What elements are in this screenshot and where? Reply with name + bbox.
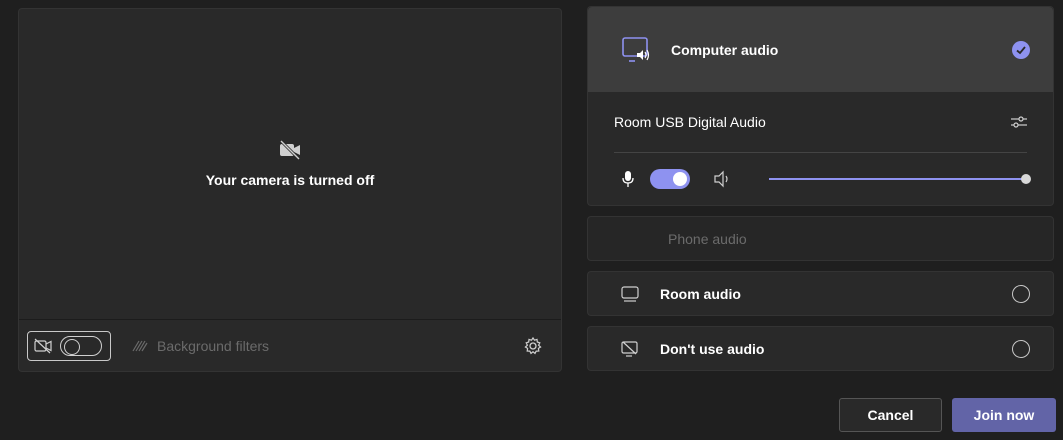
room-audio-icon — [621, 285, 639, 302]
camera-off-icon — [279, 139, 301, 161]
microphone-icon — [622, 171, 634, 187]
camera-switch[interactable] — [60, 335, 102, 356]
cancel-button[interactable]: Cancel — [839, 398, 942, 432]
no-audio-label: Don't use audio — [660, 340, 765, 357]
audio-device-row[interactable]: Room USB Digital Audio — [588, 92, 1053, 152]
background-effects-icon — [132, 340, 148, 351]
camera-toggle[interactable] — [27, 330, 111, 361]
background-filters-label: Background filters — [157, 337, 270, 354]
background-filters-button[interactable]: Background filters — [131, 338, 269, 354]
camera-off-icon — [34, 338, 52, 353]
phone-audio-label: Phone audio — [668, 230, 747, 247]
no-audio-option[interactable]: Don't use audio — [587, 326, 1054, 371]
camera-toolbar: Background filters — [19, 319, 561, 371]
join-now-button[interactable]: Join now — [952, 398, 1056, 432]
audio-device-name: Room USB Digital Audio — [614, 114, 766, 130]
volume-slider[interactable] — [769, 174, 1031, 184]
phone-audio-option: Phone audio — [587, 216, 1054, 261]
computer-audio-header[interactable]: Computer audio — [588, 7, 1053, 92]
camera-preview-panel: Your camera is turned off Background fil… — [18, 8, 562, 372]
computer-audio-icon — [622, 36, 650, 62]
room-audio-label: Room audio — [660, 285, 741, 302]
no-audio-radio[interactable] — [1012, 339, 1030, 358]
microphone-toggle[interactable] — [650, 169, 690, 189]
volume-slider-thumb[interactable] — [1021, 174, 1031, 184]
speaker-icon — [714, 170, 728, 188]
device-settings-icon[interactable] — [1009, 112, 1029, 132]
no-audio-icon — [621, 340, 638, 357]
room-audio-radio[interactable] — [1012, 284, 1030, 303]
camera-off-message: Your camera is turned off — [19, 139, 561, 188]
computer-audio-label: Computer audio — [671, 41, 779, 58]
camera-status-text: Your camera is turned off — [205, 172, 375, 188]
selected-check-icon — [1012, 40, 1030, 59]
computer-audio-option[interactable]: Computer audio Room USB Digital Audio — [587, 6, 1054, 206]
audio-controls — [588, 153, 1053, 205]
gear-icon[interactable] — [523, 336, 543, 356]
room-audio-option[interactable]: Room audio — [587, 271, 1054, 316]
